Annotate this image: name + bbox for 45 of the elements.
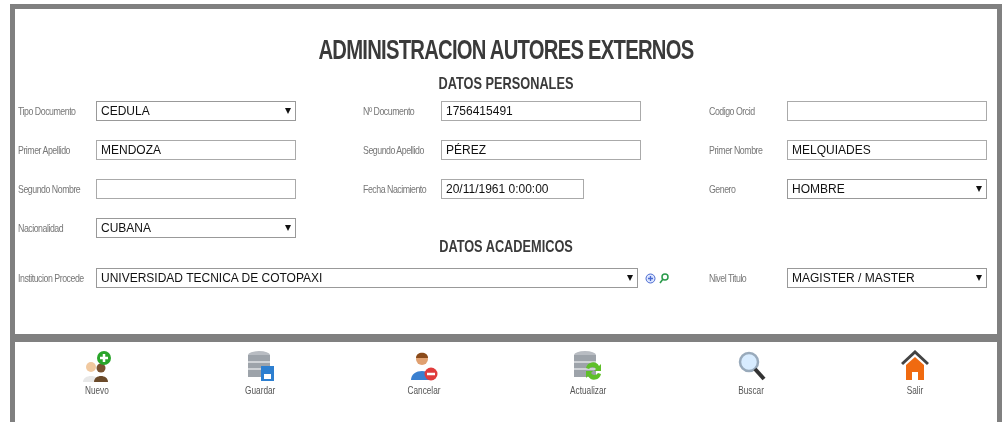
page-title: ADMINISTRACION AUTORES EXTERNOS	[317, 34, 695, 66]
field-label: Segundo Nombre	[18, 183, 81, 195]
field-label: Primer Apellido	[18, 144, 71, 156]
user-remove-icon	[410, 350, 439, 382]
caret-icon	[976, 275, 982, 281]
dropdown[interactable]: HOMBRE	[787, 179, 987, 199]
section-heading: DATOS ACADEMICOS	[438, 237, 574, 257]
input-field[interactable]: PÉREZ	[441, 140, 641, 160]
caret-icon	[285, 108, 291, 114]
toolbar-button[interactable]: Guardar	[178, 350, 343, 404]
database-refresh-icon	[572, 350, 603, 382]
caret-icon	[285, 225, 291, 231]
field-label: Nacionalidad	[18, 222, 65, 234]
date-field[interactable]: 20/11/1961 0:00:00	[441, 179, 584, 199]
section-heading: DATOS PERSONALES	[437, 74, 575, 94]
field-label: Nivel Titulo	[709, 272, 748, 284]
field-label: Fecha Nacimiento	[363, 183, 426, 195]
caret-icon	[976, 186, 982, 192]
caret-icon	[627, 275, 633, 281]
toolbar-button[interactable]: Salir	[833, 350, 998, 404]
users-add-icon	[81, 350, 112, 382]
input-field[interactable]: 1756415491	[441, 101, 641, 121]
home-icon	[901, 350, 930, 382]
field-label: Segundo Apellido	[363, 144, 425, 156]
search-icon	[736, 350, 767, 382]
dropdown[interactable]: UNIVERSIDAD TECNICA DE COTOPAXI	[96, 268, 638, 288]
toolbar-button[interactable]: Buscar	[669, 350, 834, 404]
input-field[interactable]	[787, 101, 987, 121]
dropdown[interactable]: CEDULA	[96, 101, 296, 121]
toolbar-button[interactable]: Cancelar	[342, 350, 506, 404]
dropdown[interactable]: MAGISTER / MASTER	[787, 268, 987, 288]
database-save-icon	[246, 350, 275, 382]
input-field[interactable]: MELQUIADES	[787, 140, 987, 160]
field-label: Primer Nombre	[709, 144, 764, 156]
input-field[interactable]: MENDOZA	[96, 140, 296, 160]
add-icon[interactable]	[645, 272, 656, 284]
dropdown[interactable]: CUBANA	[96, 218, 296, 238]
field-label: Nº Documento	[363, 105, 416, 117]
input-field[interactable]	[96, 179, 296, 199]
field-label: Genero	[709, 183, 737, 195]
field-label: Codigo Orcid	[709, 105, 756, 117]
toolbar-button[interactable]: Actualizar	[506, 350, 670, 404]
field-label: Tipo Documento	[18, 105, 77, 117]
toolbar-button[interactable]: Nuevo	[15, 350, 179, 404]
search-icon[interactable]	[659, 272, 669, 284]
